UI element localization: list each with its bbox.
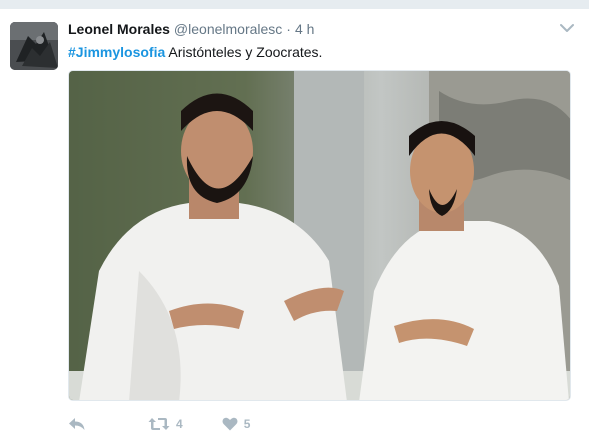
separator-dot: · — [286, 21, 291, 37]
avatar[interactable] — [10, 22, 58, 70]
timeline-divider — [0, 0, 589, 9]
author-name[interactable]: Leonel Morales — [68, 21, 170, 37]
retweet-count: 4 — [176, 417, 183, 431]
like-button[interactable]: 5 — [222, 417, 251, 431]
reply-button[interactable] — [68, 417, 86, 431]
tweet-text: #Jimmylosofia Aristónteles y Zoocrates. — [68, 42, 322, 62]
timestamp[interactable]: 4 h — [295, 21, 314, 37]
heart-icon — [222, 417, 238, 431]
retweet-button[interactable]: 4 — [148, 417, 183, 431]
chevron-down-icon[interactable] — [560, 23, 574, 33]
reply-icon — [69, 418, 85, 430]
hashtag-link[interactable]: #Jimmylosofia — [68, 44, 165, 60]
retweet-icon — [148, 418, 170, 430]
tweet-card[interactable]: Leonel Morales @leonelmoralesc · 4 h #Ji… — [0, 9, 589, 438]
tweet-header: Leonel Morales @leonelmoralesc · 4 h — [68, 21, 314, 41]
tweet-actions: 4 5 — [68, 413, 250, 435]
tweet-body-text: Aristónteles y Zoocrates. — [165, 44, 323, 60]
like-count: 5 — [243, 417, 251, 431]
tweet-photo[interactable] — [68, 70, 571, 401]
author-handle[interactable]: @leonelmoralesc — [174, 21, 282, 37]
